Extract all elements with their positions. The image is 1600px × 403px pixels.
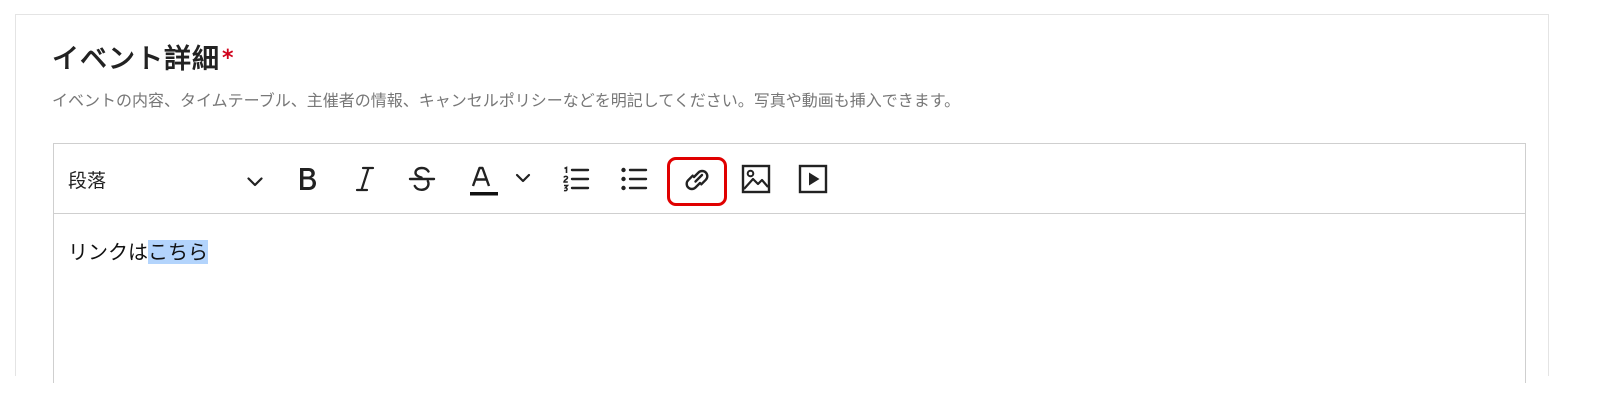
bullet-list-icon — [620, 165, 648, 193]
insert-link-button[interactable] — [667, 157, 727, 206]
italic-icon — [354, 165, 376, 193]
bold-icon — [296, 166, 320, 192]
bold-button[interactable] — [291, 162, 325, 196]
section-title-text: イベント詳細 — [52, 44, 220, 75]
video-icon — [798, 164, 828, 194]
insert-image-button[interactable] — [737, 160, 775, 198]
rich-text-editor: 段落 リンクはこちら — [53, 143, 1526, 383]
strikethrough-icon — [408, 165, 436, 193]
insert-video-button[interactable] — [794, 160, 832, 198]
text-color-button[interactable] — [465, 160, 539, 200]
editor-toolbar: 段落 — [54, 144, 1525, 214]
bullet-list-button[interactable] — [616, 162, 652, 196]
image-icon — [741, 164, 771, 194]
italic-button[interactable] — [348, 162, 382, 196]
event-details-section: イベント詳細* イベントの内容、タイムテーブル、主催者の情報、キャンセルポリシー… — [15, 14, 1549, 383]
required-marker: * — [222, 46, 235, 71]
content-text: リンクは — [68, 240, 148, 264]
editor-content[interactable]: リンクはこちら — [68, 235, 208, 269]
selected-text: こちら — [148, 240, 208, 264]
section-description: イベントの内容、タイムテーブル、主催者の情報、キャンセルポリシーなどを明記してく… — [52, 91, 961, 110]
chevron-down-icon — [247, 172, 263, 191]
paragraph-style-select[interactable]: 段落 — [68, 162, 263, 196]
ordered-list-button[interactable] — [558, 162, 594, 196]
text-color-icon — [465, 160, 539, 200]
strikethrough-button[interactable] — [404, 162, 440, 196]
ordered-list-icon — [562, 165, 590, 193]
section-title: イベント詳細* — [52, 41, 235, 78]
paragraph-style-value: 段落 — [68, 169, 107, 192]
link-icon — [682, 165, 712, 199]
